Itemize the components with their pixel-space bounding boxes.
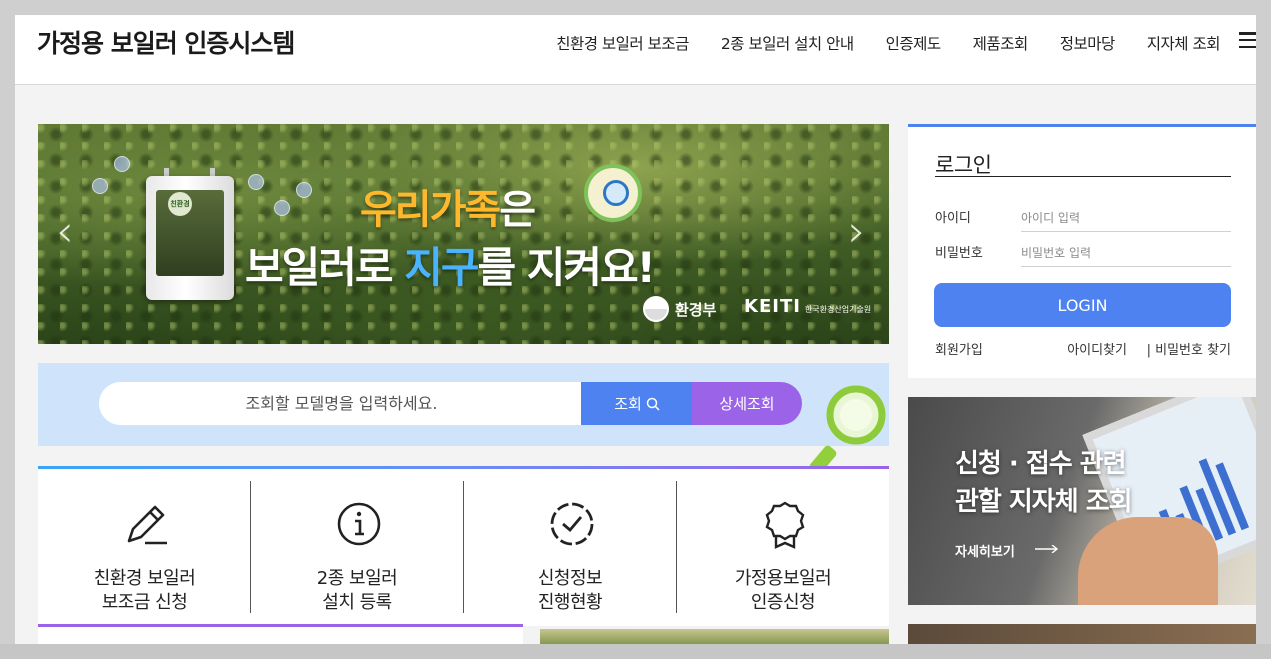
ministry-logo: 환경부 [643,296,716,322]
quick-item-type2-register[interactable]: 2종 보일러 설치 등록 [250,481,463,613]
taeguk-icon [643,296,669,322]
password-input[interactable] [1021,239,1231,267]
banner-slogan-line2: 보일러로 지구를 지켜요! [245,243,656,292]
quick-item-subsidy[interactable]: 친환경 보일러 보조금 신청 [38,481,251,613]
quick-menu: 친환경 보일러 보조금 신청 2종 보일러 설치 등록 신청정보 진행현황 가정용보일… [38,466,889,626]
promo-more-link[interactable]: 자세히보기 [955,541,1015,560]
password-label: 비밀번호 [935,246,983,261]
boiler-illustration: 친환경 [146,176,234,300]
nav-item-type2-install[interactable]: 2종 보일러 설치 안내 [721,32,854,54]
check-circle-icon [550,502,594,546]
model-search-input[interactable] [99,382,584,425]
site-header: 가정용 보일러 인증시스템 친환경 보일러 보조금 2종 보일러 설치 안내 인… [15,15,1256,85]
bottom-banner-image[interactable] [540,629,889,645]
quick-item-application-status[interactable]: 신청정보 진행현황 [463,481,676,613]
nav-item-product-search[interactable]: 제품조회 [973,32,1029,54]
banner-slogan-line1: 우리가족은 [360,187,536,233]
login-panel: 로그인 아이디 비밀번호 LOGIN 회원가입 아이디찾기 | 비밀번호 찾기 [908,124,1256,378]
banner-prev-arrow[interactable]: ‹ [56,210,74,254]
find-id-link[interactable]: 아이디찾기 [1067,339,1127,358]
id-input[interactable] [1021,204,1231,232]
login-button[interactable]: LOGIN [934,283,1231,327]
main-banner[interactable]: 친환경 ‹ › 우리가족은 보일러로 지구를 지켜요! 환경부 KEITI 한국환… [38,124,889,344]
find-password-link[interactable]: | 비밀번호 찾기 [1147,339,1231,358]
search-icon [646,397,660,411]
magnifier-badge-icon [584,164,642,222]
nav-item-local-gov[interactable]: 지자체 조회 [1147,32,1221,54]
bubble-decoration [92,178,108,194]
signup-link[interactable]: 회원가입 [935,339,983,358]
nav-item-info[interactable]: 정보마당 [1060,32,1116,54]
model-search-box: 조회 상세조회 [38,363,889,475]
search-button[interactable]: 조회 [581,382,693,425]
menu-icon[interactable] [1239,32,1256,48]
local-gov-promo[interactable]: 신청 · 접수 관련 관할 지자체 조회 자세히보기 [908,397,1256,605]
keiti-logo: KEITI 한국환경산업기술원 [744,296,872,317]
login-title: 로그인 [935,153,992,177]
nav-item-certification[interactable]: 인증제도 [886,32,942,54]
id-label: 아이디 [935,211,971,226]
promo-title: 신청 · 접수 관련 관할 지자체 조회 [955,449,1133,517]
main-nav: 친환경 보일러 보조금 2종 보일러 설치 안내 인증제도 제품조회 정보마당 … [556,32,1220,54]
nav-item-subsidy[interactable]: 친환경 보일러 보조금 [556,32,689,54]
bubble-decoration [296,182,312,198]
banner-next-arrow[interactable]: › [848,210,866,254]
detail-search-button[interactable]: 상세조회 [692,382,802,425]
award-icon [765,501,805,549]
arrow-right-icon [1035,545,1059,553]
boiler-badge: 친환경 [168,192,192,216]
notice-card [38,627,523,645]
magnifier-decoration-icon [809,385,886,475]
info-icon [337,502,381,546]
password-row: 비밀번호 [935,236,1231,267]
promo-secondary[interactable] [908,624,1256,645]
pencil-icon [127,505,167,545]
page: 가정용 보일러 인증시스템 친환경 보일러 보조금 2종 보일러 설치 안내 인… [15,15,1256,645]
id-row: 아이디 [935,201,1231,232]
quick-item-certification-apply[interactable]: 가정용보일러 인증신청 [676,481,889,613]
bubble-decoration [114,156,130,172]
bubble-decoration [248,174,264,190]
site-logo[interactable]: 가정용 보일러 인증시스템 [37,24,295,60]
bubble-decoration [274,200,290,216]
